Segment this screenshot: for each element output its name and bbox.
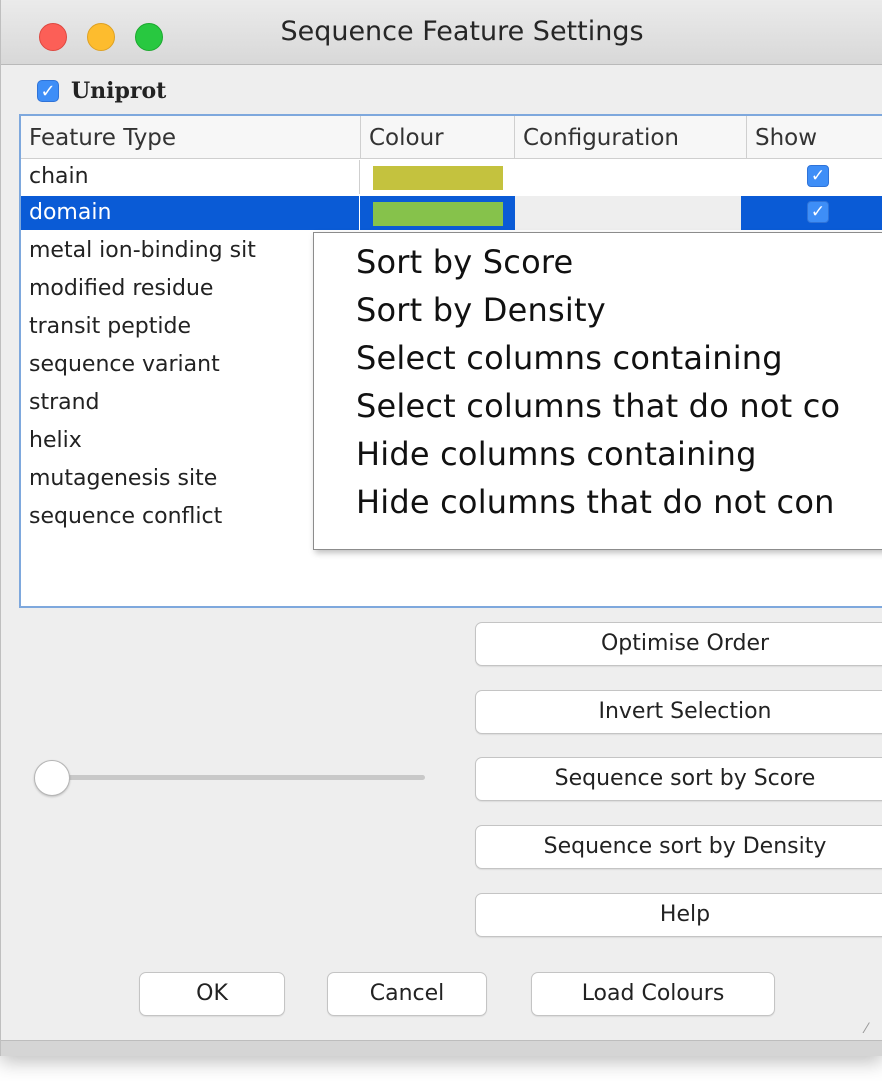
menu-item-hide-columns-not-containing[interactable]: Hide columns that do not con — [356, 483, 835, 523]
window-title: Sequence Feature Settings — [280, 16, 644, 47]
table-row[interactable]: domain ✓ — [21, 196, 882, 230]
feature-type-cell: domain — [29, 200, 112, 225]
colour-swatch[interactable] — [373, 202, 503, 226]
menu-item-hide-columns-containing[interactable]: Hide columns containing — [356, 435, 757, 475]
resize-grip-icon[interactable]: ⁄ — [865, 1022, 879, 1036]
colour-swatch[interactable] — [373, 166, 503, 190]
transparency-slider-track[interactable] — [53, 775, 425, 780]
ok-button[interactable]: OK — [139, 972, 285, 1016]
invert-selection-button[interactable]: Invert Selection — [475, 690, 882, 734]
title-bar[interactable]: Sequence Feature Settings — [1, 0, 882, 65]
column-header-configuration[interactable]: Configuration — [515, 116, 747, 158]
status-bar — [1, 1040, 882, 1056]
feature-type-cell: chain — [29, 164, 89, 189]
show-checkbox[interactable]: ✓ — [807, 165, 829, 187]
uniprot-label: Uniprot — [71, 78, 167, 104]
feature-type-cell: metal ion-binding sit — [29, 238, 256, 263]
configuration-cell[interactable] — [515, 196, 741, 230]
load-colours-button[interactable]: Load Colours — [531, 972, 775, 1016]
source-toggle-row[interactable]: ✓ Uniprot — [37, 76, 166, 106]
sequence-sort-by-density-button[interactable]: Sequence sort by Density — [475, 825, 882, 869]
feature-type-cell: transit peptide — [29, 314, 191, 339]
uniprot-checkbox[interactable]: ✓ — [37, 80, 59, 102]
feature-type-cell: sequence conflict — [29, 504, 223, 529]
menu-item-select-columns-not-containing[interactable]: Select columns that do not co — [356, 387, 840, 427]
table-header: Feature Type Colour Configuration Show — [21, 116, 882, 159]
sequence-sort-by-score-button[interactable]: Sequence sort by Score — [475, 757, 882, 801]
help-button[interactable]: Help — [475, 893, 882, 937]
optimise-order-button[interactable]: Optimise Order — [475, 622, 882, 666]
column-header-feature-type[interactable]: Feature Type — [21, 116, 361, 158]
column-divider — [359, 160, 360, 194]
feature-type-cell: sequence variant — [29, 352, 220, 377]
show-checkbox[interactable]: ✓ — [807, 201, 829, 223]
feature-type-cell: strand — [29, 390, 100, 415]
feature-settings-window: Sequence Feature Settings ✓ Uniprot Feat… — [0, 0, 882, 1056]
menu-item-select-columns-containing[interactable]: Select columns containing — [356, 339, 783, 379]
feature-type-cell: modified residue — [29, 276, 214, 301]
transparency-slider-knob[interactable] — [34, 760, 70, 796]
menu-item-sort-by-score[interactable]: Sort by Score — [356, 243, 573, 283]
column-divider — [359, 196, 360, 230]
table-row[interactable]: chain ✓ — [21, 160, 882, 194]
column-header-colour[interactable]: Colour — [361, 116, 515, 158]
feature-type-cell: helix — [29, 428, 82, 453]
menu-item-sort-by-density[interactable]: Sort by Density — [356, 291, 606, 331]
feature-type-cell: mutagenesis site — [29, 466, 218, 491]
column-header-show[interactable]: Show — [747, 116, 882, 158]
cancel-button[interactable]: Cancel — [327, 972, 487, 1016]
context-menu: Sort by Score Sort by Density Select col… — [313, 232, 882, 550]
